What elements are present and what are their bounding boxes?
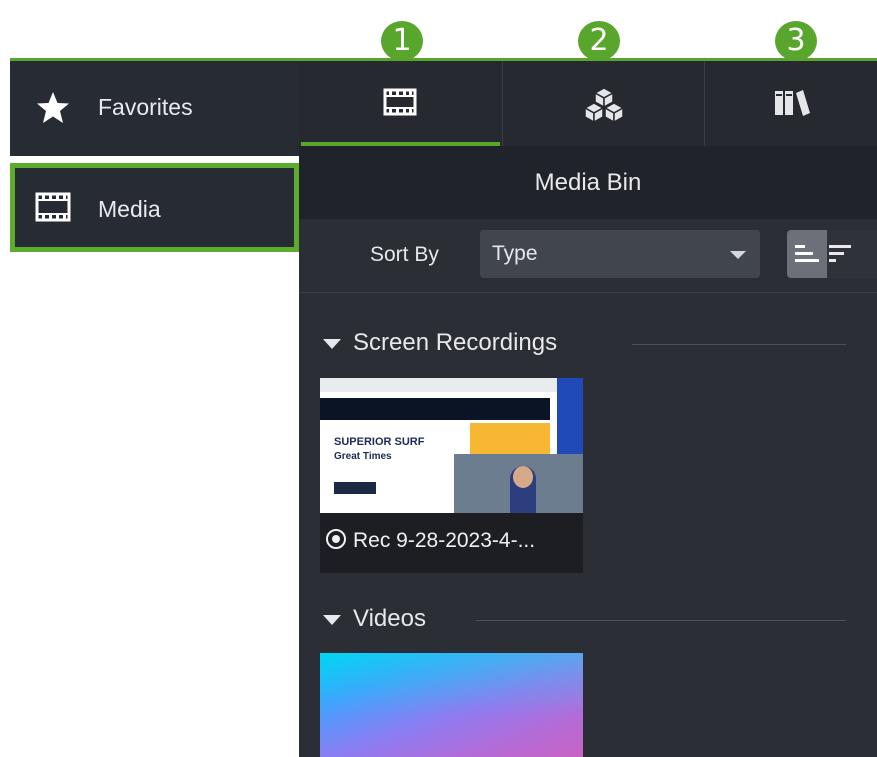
caret-down-icon: [323, 614, 341, 625]
tab-bar: [299, 61, 877, 146]
media-bin-title: Media Bin: [299, 146, 877, 219]
film-icon: [35, 191, 71, 225]
tab-media[interactable]: [299, 61, 500, 146]
record-icon: [326, 529, 346, 549]
section-divider: [632, 344, 846, 345]
left-sidebar: Favorites Media: [10, 61, 299, 252]
sort-lines-icon: [829, 245, 851, 262]
thumb-title: SUPERIOR SURF: [334, 436, 425, 448]
media-panel: Media Bin Sort By Type Screen Recordings…: [299, 61, 877, 757]
thumb-subtitle: Great Times: [334, 451, 392, 462]
recording-caption[interactable]: Rec 9-28-2023-4-...: [320, 513, 583, 573]
section-title: Videos: [353, 605, 426, 632]
section-screen-recordings[interactable]: Screen Recordings: [323, 329, 557, 357]
tab-library-assets[interactable]: [502, 61, 704, 146]
section-divider: [476, 620, 846, 621]
sidebar-item-favorites[interactable]: Favorites: [10, 61, 299, 156]
sort-by-dropdown[interactable]: Type: [480, 230, 760, 278]
sort-order-button[interactable]: [827, 230, 877, 278]
callout-badge-3: 3: [775, 21, 817, 61]
star-icon: [35, 91, 71, 125]
section-videos[interactable]: Videos: [323, 605, 426, 633]
callout-badge-2: 2: [578, 21, 620, 61]
sidebar-item-label: Media: [98, 196, 161, 222]
chevron-down-icon: [730, 251, 746, 259]
list-view-icon: [795, 245, 819, 262]
tab-library[interactable]: [704, 61, 877, 146]
video-thumbnail[interactable]: [320, 653, 583, 757]
section-title: Screen Recordings: [353, 329, 558, 356]
view-toggle: [787, 230, 877, 278]
sort-toolbar: Sort By Type: [299, 219, 877, 293]
caret-down-icon: [323, 338, 341, 349]
details-view-button[interactable]: [787, 230, 827, 278]
sort-by-value: Type: [492, 242, 538, 265]
sort-by-label: Sort By: [370, 243, 439, 266]
callout-badge-1: 1: [381, 21, 423, 61]
sidebar-item-label: Favorites: [98, 94, 193, 120]
sidebar-item-media[interactable]: Media: [10, 163, 299, 252]
recording-name: Rec 9-28-2023-4-...: [353, 529, 536, 552]
